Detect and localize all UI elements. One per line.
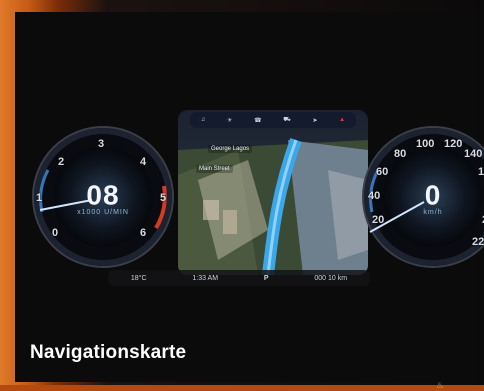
navigation-map[interactable]: ♫ ☀ ☎ ⛟ ➤ ▲ George Lagos Main Street <box>178 110 368 275</box>
odometer: 000 10 km <box>314 274 348 282</box>
speed-display: 0 <box>424 179 442 211</box>
tach-label-1: 1 <box>36 192 43 204</box>
tach-label-4: 4 <box>140 156 147 168</box>
map-drawing <box>178 110 368 275</box>
speed-label-160: 160 <box>478 166 484 178</box>
speed-label-40: 40 <box>368 190 381 202</box>
speed-label-60: 60 <box>376 166 389 178</box>
speed-label-20: 20 <box>372 214 385 226</box>
top-status-bar: ♫ ☀ ☎ ⛟ ➤ ▲ <box>190 112 356 128</box>
tach-label-0: 0 <box>52 227 59 239</box>
navigation-icon[interactable]: ➤ <box>312 117 317 124</box>
sun-icon[interactable]: ☀ <box>227 117 232 124</box>
speed-label-140: 140 <box>464 148 483 160</box>
tach-label-2: 2 <box>58 156 65 168</box>
caption: Navigationskarte <box>30 342 187 363</box>
speed-unit: km/h <box>423 209 443 216</box>
bottom-info-bar: 18°C 1:33 AM P 000 10 km <box>108 270 370 286</box>
gear-display: 08 <box>86 179 120 211</box>
map-street-label: George Lagos <box>208 145 253 153</box>
tach-label-3: 3 <box>98 138 105 150</box>
gear-indicator: P <box>263 274 269 282</box>
seat-heater-icon: ♨ <box>436 380 445 390</box>
speed-label-80: 80 <box>394 148 407 160</box>
media-icon[interactable]: ♫ <box>201 117 206 123</box>
car-icon[interactable]: ⛟ <box>283 116 291 124</box>
tachometer: 0 1 2 3 4 5 6 08 x1000 U/MIN <box>28 122 178 272</box>
tach-label-6: 6 <box>140 227 147 239</box>
map-street-label: Main Street <box>196 165 233 173</box>
tach-label-5: 5 <box>160 192 167 204</box>
tach-unit: x1000 U/MIN <box>77 209 129 216</box>
phone-icon[interactable]: ☎ <box>254 117 261 124</box>
speed-label-100: 100 <box>416 138 435 150</box>
temperature: 18°C <box>130 274 147 282</box>
warning-icon[interactable]: ▲ <box>339 117 345 123</box>
clock: 1:33 AM <box>192 274 219 282</box>
speed-label-220: 220 <box>472 236 484 248</box>
speed-label-120: 120 <box>444 138 463 150</box>
instrument-cluster: 0 1 2 3 4 5 6 08 x1000 U/MIN ♫ ☀ ☎ ⛟ ➤ ▲… <box>28 110 484 390</box>
speedometer: 20 40 60 80 100 120 140 160 180 200 220 … <box>358 122 484 272</box>
